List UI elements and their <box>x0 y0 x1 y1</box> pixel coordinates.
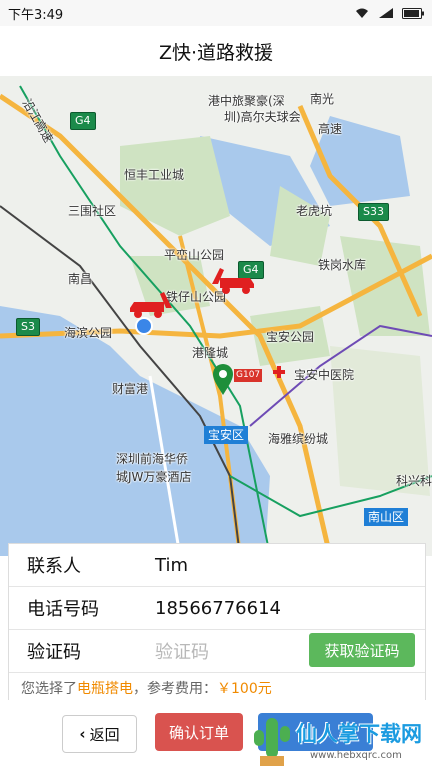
watermark-text: 仙人掌下载网 <box>296 722 422 746</box>
battery-icon <box>402 7 424 19</box>
back-label: 返回 <box>89 725 120 744</box>
poi-label: 海滨公园 <box>64 326 113 340</box>
service-note: 您选择了 电瓶搭电 ，参考费用： ￥100元 <box>9 673 425 703</box>
watermark-url: www.hebxqrc.com <box>310 750 402 761</box>
poi-label: 财富港 <box>112 382 149 396</box>
status-icons <box>354 7 424 19</box>
poi-label: 城JW万豪酒店 <box>116 470 192 484</box>
road-badge: G107 <box>234 369 263 382</box>
current-location-icon <box>135 317 153 335</box>
poi-label: 三围社区 <box>68 204 117 218</box>
road-badge: S3 <box>16 318 40 336</box>
note-mid: ，参考费用： <box>133 681 217 697</box>
poi-label: 圳)高尔夫球会 <box>224 110 301 124</box>
order-form: 联系人 Tim 电话号码 18566776614 验证码 验证码 获取验证码 您… <box>8 543 426 702</box>
chevron-left-icon: ‹ <box>79 725 86 743</box>
phone-input[interactable]: 18566776614 <box>155 598 281 619</box>
poi-label: 深圳前海华侨 <box>116 452 189 466</box>
service-name: 电瓶搭电 <box>77 681 133 697</box>
district-label: 南山区 <box>364 508 409 526</box>
poi-label: 科兴科 <box>396 474 432 488</box>
poi-label: 宝安中医院 <box>294 368 355 382</box>
code-input[interactable]: 验证码 <box>155 638 209 664</box>
code-label: 验证码 <box>27 642 81 663</box>
status-time: 下午3:49 <box>8 7 64 23</box>
contact-input[interactable]: Tim <box>155 555 188 576</box>
hospital-icon <box>273 366 285 378</box>
get-code-button[interactable]: 获取验证码 <box>309 633 415 667</box>
cactus-logo-icon <box>254 718 290 766</box>
contact-label: 联系人 <box>27 556 81 577</box>
watermark: 仙人掌下载网 www.hebxqrc.com <box>248 708 432 768</box>
map-canvas <box>0 85 432 556</box>
poi-label: 老虎坑 <box>296 204 333 218</box>
note-prefix: 您选择了 <box>21 681 77 697</box>
poi-label: 海雅缤纷城 <box>268 432 329 446</box>
poi-label: 南昌 <box>68 272 93 286</box>
poi-label: 港隆城 <box>192 346 229 360</box>
map-view[interactable]: 港中旅聚豪(深 圳)高尔夫球会 恒丰工业城 三围社区 老虎坑 平峦山公园 铁岗水… <box>0 76 432 556</box>
price-value: ￥100元 <box>217 681 272 697</box>
confirm-order-button[interactable]: 确认订单 <box>155 713 243 751</box>
district-label: 宝安区 <box>204 426 249 444</box>
wifi-icon <box>356 8 368 18</box>
road-label: 高速 <box>318 122 343 136</box>
status-bar: 下午3:49 <box>0 0 432 26</box>
poi-label: 港中旅聚豪(深 <box>208 94 285 108</box>
road-label: 南光 <box>310 92 335 106</box>
road-badge: S33 <box>358 203 389 221</box>
road-badge: G4 <box>70 112 96 130</box>
contact-row: 联系人 Tim <box>9 544 425 587</box>
poi-label: 恒丰工业城 <box>124 168 185 182</box>
page-title: Z快·道路救援 <box>0 26 432 77</box>
tow-truck-icon[interactable] <box>210 264 256 296</box>
poi-label: 宝安公园 <box>266 330 315 344</box>
back-button[interactable]: ‹ 返回 <box>62 715 137 753</box>
phone-label: 电话号码 <box>27 599 99 620</box>
phone-row: 电话号码 18566776614 <box>9 587 425 630</box>
location-pin-icon[interactable] <box>212 364 234 396</box>
poi-label: 平峦山公园 <box>164 248 225 262</box>
signal-icon <box>379 8 393 18</box>
poi-label: 铁岗水库 <box>318 258 367 272</box>
